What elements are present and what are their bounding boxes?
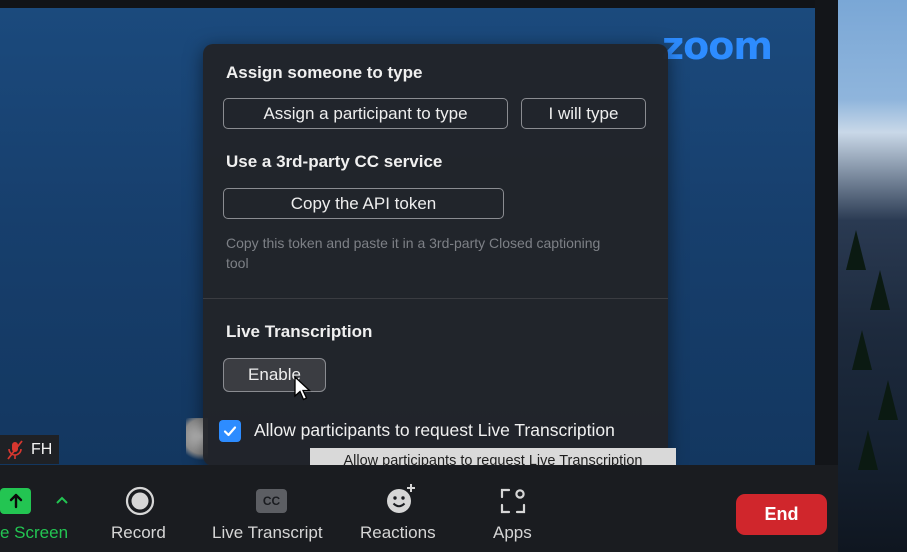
- record-icon: [125, 486, 155, 516]
- reactions-label: Reactions: [360, 523, 436, 542]
- section-divider: [203, 298, 668, 299]
- third-party-section-title: Use a 3rd-party CC service: [226, 152, 443, 171]
- checkmark-icon: [223, 426, 237, 437]
- live-transcription-title: Live Transcription: [226, 322, 373, 341]
- background-photo: [838, 0, 907, 552]
- chevron-up-icon[interactable]: [56, 496, 68, 504]
- zoom-logo: zoom: [662, 24, 773, 68]
- participant-initials: FH: [31, 440, 53, 458]
- allow-request-checkbox[interactable]: [219, 420, 241, 442]
- record-button[interactable]: Record: [108, 465, 172, 552]
- live-transcript-label: Live Transcript: [212, 523, 323, 542]
- record-label: Record: [111, 523, 166, 542]
- zoom-meeting-window: zoom Assign someone to type Assign a par…: [0, 0, 907, 552]
- self-view-tag: FH: [0, 435, 59, 464]
- mouse-cursor-icon: [294, 376, 312, 401]
- apps-button[interactable]: Apps: [490, 465, 536, 552]
- live-transcript-button[interactable]: CC Live Transcript: [210, 465, 335, 552]
- api-token-hint: Copy this token and paste it in a 3rd-pa…: [226, 235, 601, 271]
- meeting-toolbar: e Screen Record CC Live Transcript React…: [0, 465, 838, 552]
- apps-icon: [500, 488, 526, 514]
- mic-muted-icon: [7, 439, 23, 460]
- assign-section-title: Assign someone to type: [226, 63, 423, 82]
- share-screen-label: e Screen: [0, 523, 69, 542]
- apps-label: Apps: [493, 523, 532, 542]
- copy-api-token-button[interactable]: Copy the API token: [223, 188, 504, 219]
- assign-participant-button[interactable]: Assign a participant to type: [223, 98, 508, 129]
- allow-request-label[interactable]: Allow participants to request Live Trans…: [254, 420, 615, 441]
- share-screen-button[interactable]: e Screen: [0, 465, 85, 552]
- top-strip: [0, 0, 838, 8]
- reactions-button[interactable]: Reactions: [358, 465, 442, 552]
- reactions-icon: [387, 484, 415, 513]
- closed-caption-icon: CC: [256, 489, 287, 513]
- closed-caption-panel: Assign someone to type Assign a particip…: [203, 44, 668, 466]
- share-screen-icon: [0, 488, 31, 514]
- i-will-type-button[interactable]: I will type: [521, 98, 646, 129]
- end-meeting-button[interactable]: End: [736, 494, 827, 535]
